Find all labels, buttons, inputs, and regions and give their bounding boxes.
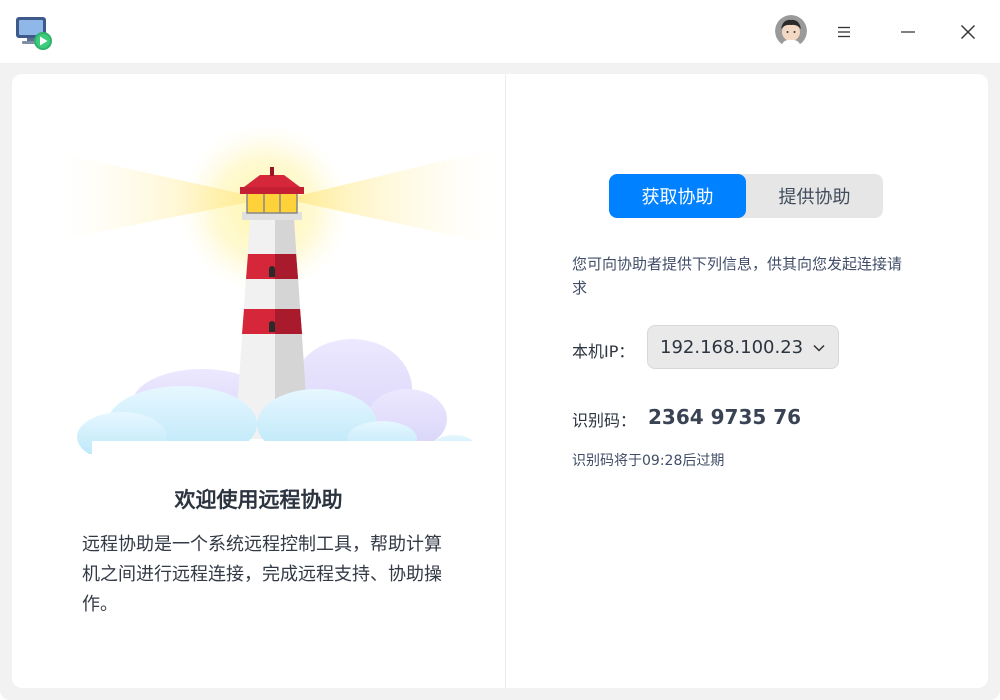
- ip-value: 192.168.100.23: [660, 336, 804, 358]
- welcome-description: 远程协助是一个系统远程控制工具，帮助计算机之间进行远程连接，完成远程支持、协助操…: [82, 534, 442, 615]
- user-avatar[interactable]: [775, 15, 807, 47]
- remote-assistance-app-icon: [14, 14, 54, 52]
- welcome-title: 欢迎使用远程协助: [174, 488, 343, 512]
- tab-get-assistance[interactable]: 获取协助: [609, 174, 746, 218]
- assist-mode-toggle: 获取协助 提供协助: [609, 174, 883, 218]
- panel-divider: [505, 74, 506, 688]
- main-card: 欢迎使用远程协助 远程协助是一个系统远程控制工具，帮助计算机之间进行远程连接，完…: [12, 74, 988, 688]
- code-value: 2364 9735 76: [648, 405, 802, 429]
- titlebar: [0, 0, 1000, 63]
- ip-select[interactable]: 192.168.100.23: [647, 325, 839, 369]
- expire-text: 识别码将于09:28后过期: [572, 453, 725, 469]
- close-icon[interactable]: [950, 14, 986, 50]
- remote-assistance-window: 欢迎使用远程协助 远程协助是一个系统远程控制工具，帮助计算机之间进行远程连接，完…: [0, 0, 1000, 700]
- chevron-down-icon: [813, 344, 825, 352]
- hamburger-menu-icon[interactable]: [826, 14, 862, 50]
- lighthouse-illustration: [62, 119, 492, 462]
- code-label: 识别码：: [572, 411, 637, 430]
- tab-provide-assistance[interactable]: 提供协助: [746, 174, 883, 218]
- info-text: 您可向协助者提供下列信息，供其向您发起连接请求: [572, 255, 903, 297]
- minimize-icon[interactable]: [890, 14, 926, 50]
- ip-label: 本机IP：: [572, 342, 635, 361]
